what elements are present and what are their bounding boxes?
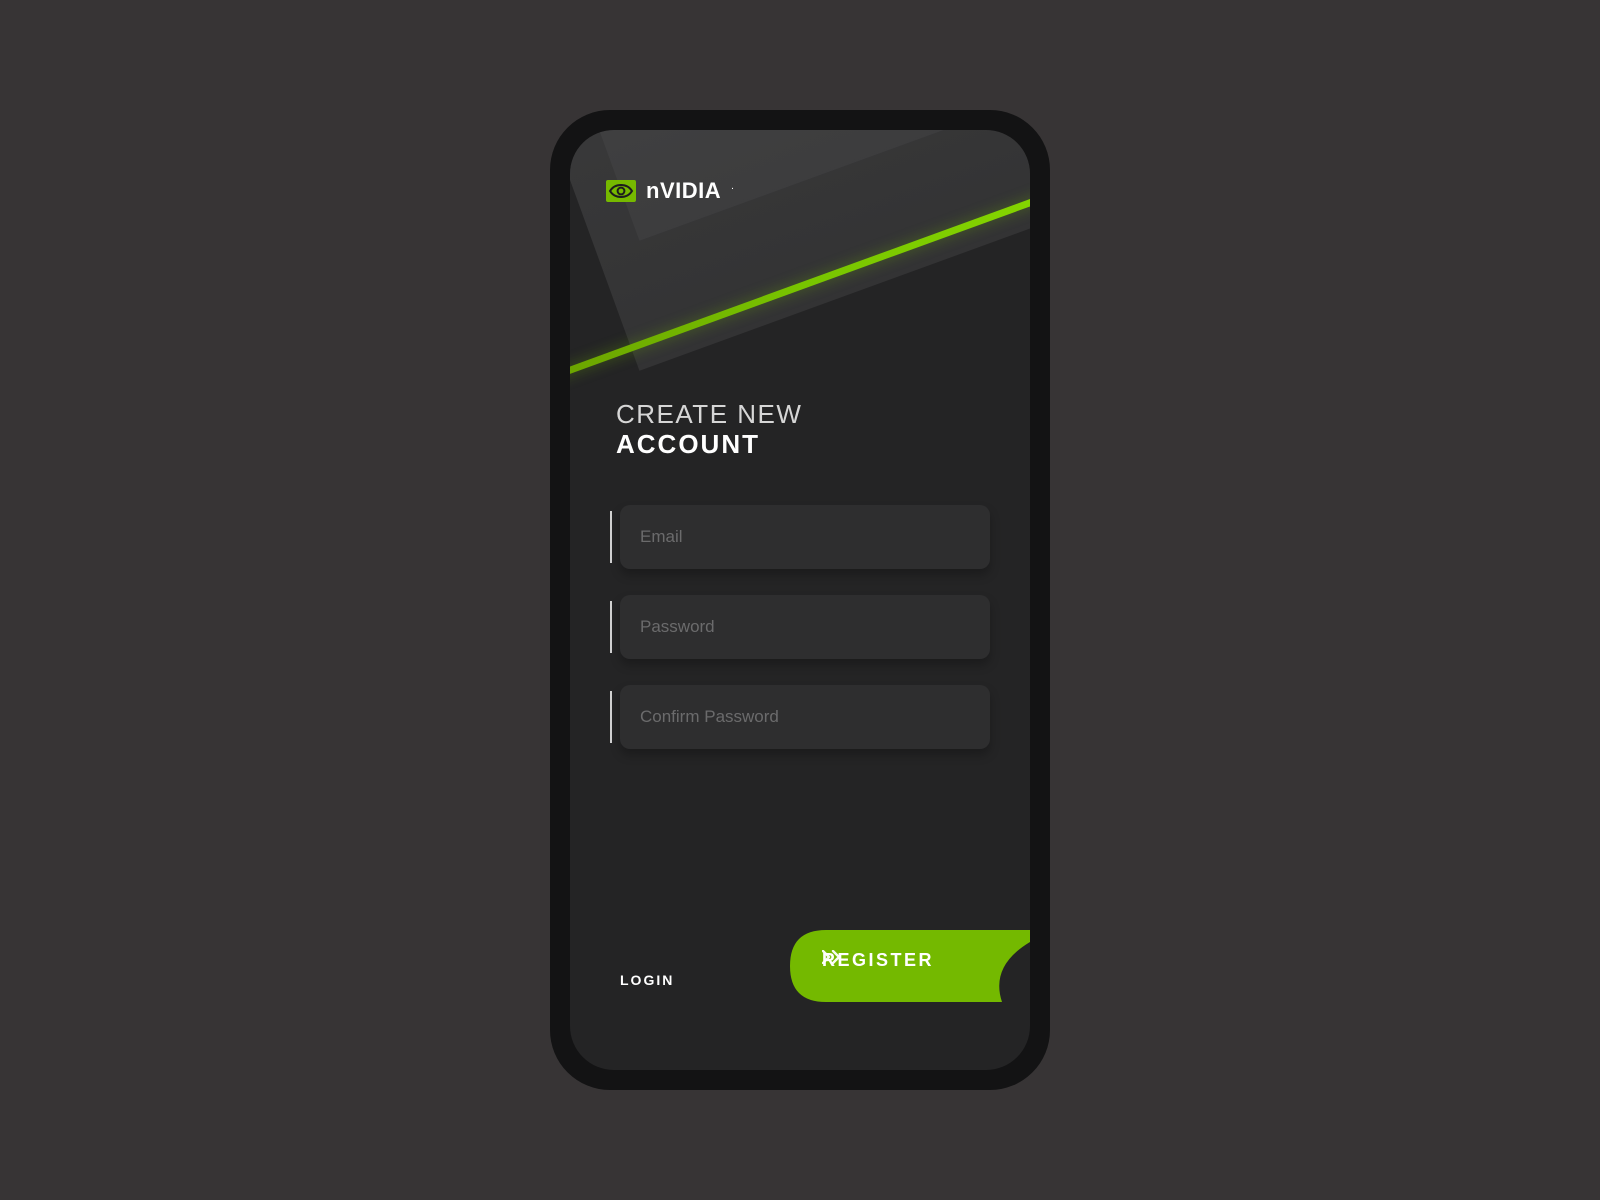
phone-screen: nVIDIA . CREATE NEW ACCOUNT [570,130,1030,1070]
confirm-password-field-wrap [610,685,990,749]
brand-wordmark: nVIDIA [646,178,721,204]
password-field[interactable] [620,595,990,659]
page-title: CREATE NEW ACCOUNT [616,400,802,460]
brand-trademark-dot: . [731,181,734,192]
password-field-wrap [610,595,990,659]
register-button-label-wrap: REGISTER [822,950,948,971]
phone-frame: nVIDIA . CREATE NEW ACCOUNT [550,110,1050,1090]
login-link[interactable]: LOGIN [620,972,674,988]
email-field-wrap [610,505,990,569]
action-row: LOGIN REGISTER [570,942,1030,1026]
field-accent-bar [610,601,612,653]
field-accent-bar [610,691,612,743]
field-accent-bar [610,511,612,563]
email-field[interactable] [620,505,990,569]
page-title-line2: ACCOUNT [616,430,802,460]
brand-logo: nVIDIA . [606,178,734,204]
page-title-line1: CREATE NEW [616,399,802,429]
register-form [610,505,990,775]
brand-name-text: VIDIA [660,178,721,203]
canvas: nVIDIA . CREATE NEW ACCOUNT [0,0,1600,1200]
nvidia-eye-icon [606,180,636,202]
confirm-password-field[interactable] [620,685,990,749]
register-button[interactable]: REGISTER [790,906,1030,1026]
